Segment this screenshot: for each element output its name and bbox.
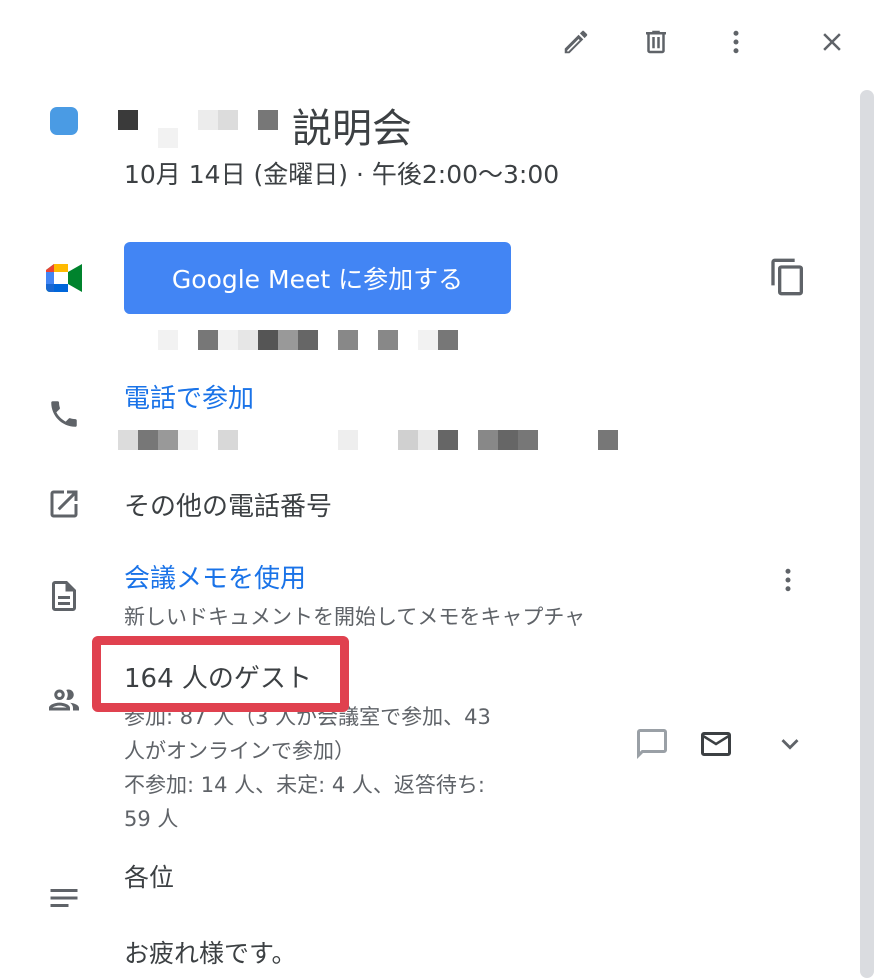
scrollbar[interactable]: [860, 90, 874, 978]
description-icon: [44, 878, 84, 918]
more-options-button[interactable]: [712, 20, 760, 68]
chat-bubble-icon: [634, 726, 670, 766]
meeting-notes-subtext: 新しいドキュメントを開始してメモをキャプチャ: [124, 605, 586, 629]
highlight-box: [92, 636, 349, 712]
google-meet-icon: [44, 262, 84, 294]
copy-meet-link-button[interactable]: [766, 257, 810, 301]
chat-guests-button[interactable]: [630, 724, 674, 768]
guest-summary-line-2: 人がオンラインで参加）: [124, 739, 355, 763]
more-phone-numbers-link[interactable]: その他の電話番号: [124, 486, 332, 523]
event-color-swatch: [50, 107, 78, 135]
document-icon: [44, 576, 84, 616]
close-icon: [817, 27, 847, 61]
guest-summary-line-3: 不参加: 14 人、未定: 4 人、返答待ち:: [124, 773, 486, 797]
chevron-down-icon: [773, 727, 807, 765]
mail-icon: [698, 726, 734, 766]
notes-more-button[interactable]: [768, 562, 808, 602]
description-line-1: 各位: [124, 863, 175, 892]
more-vert-icon: [773, 565, 803, 599]
pencil-icon: [561, 27, 591, 61]
close-button[interactable]: [808, 20, 856, 68]
phone-icon: [44, 394, 84, 434]
use-meeting-notes-link[interactable]: 会議メモを使用: [124, 558, 306, 595]
event-datetime: 10月 14日 (金曜日) · 午後2:00〜3:00: [124, 160, 560, 189]
copy-icon: [768, 257, 808, 301]
join-by-phone-link[interactable]: 電話で参加: [124, 378, 254, 415]
edit-button[interactable]: [552, 20, 600, 68]
delete-button[interactable]: [632, 20, 680, 68]
trash-icon: [641, 27, 671, 61]
join-meet-button[interactable]: Google Meet に参加する: [124, 242, 511, 314]
email-guests-button[interactable]: [694, 724, 738, 768]
people-icon: [44, 680, 84, 720]
description-line-2: お疲れ様です。: [124, 939, 297, 968]
open-in-new-icon: [44, 484, 84, 524]
more-vert-icon: [721, 27, 751, 61]
expand-guests-button[interactable]: [768, 724, 812, 768]
event-title: 説明会: [292, 106, 412, 152]
guest-summary-line-4: 59 人: [124, 807, 179, 831]
